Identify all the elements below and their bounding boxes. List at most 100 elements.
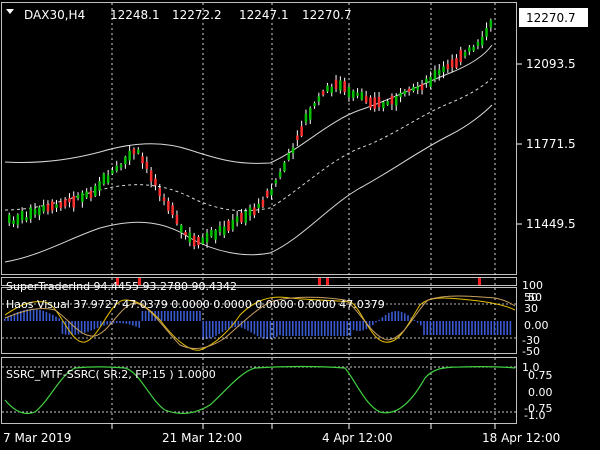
candle-body xyxy=(395,96,398,106)
haos-hist-bar xyxy=(464,321,467,335)
candle-body xyxy=(356,92,359,96)
haos-hist-bar xyxy=(311,321,313,336)
haos-hist-bar xyxy=(256,321,259,337)
candle-body xyxy=(450,59,454,68)
haos-hist-bar xyxy=(221,321,224,332)
haos-hist-bar xyxy=(471,321,473,335)
candle-body xyxy=(158,188,161,197)
chart-canvas: DAX30,H4 12248.1 12272.2 12247.1 12270.7… xyxy=(1,2,588,445)
candle-body xyxy=(463,51,467,57)
candle-body xyxy=(459,50,462,63)
price-tick-2: 11771.5 xyxy=(526,137,576,151)
candle-body xyxy=(38,207,41,216)
ssrc-axis-minus1: -1.0 xyxy=(524,409,545,422)
candle-body xyxy=(429,76,432,87)
haos-hist-bar xyxy=(61,321,64,334)
candle-body xyxy=(102,173,106,185)
candle-body xyxy=(141,156,144,164)
haos-hist-bar xyxy=(42,310,44,321)
haos-histogram xyxy=(4,309,512,339)
haos-hist-bar xyxy=(272,321,275,339)
haos-hist-bar xyxy=(58,318,60,321)
haos-hist-bar xyxy=(359,321,361,331)
haos-hist-bar xyxy=(138,321,140,328)
candle-body xyxy=(106,175,110,184)
haos-hist-bar xyxy=(378,319,380,321)
haos-hist-bar xyxy=(445,321,448,335)
haos-hist-bar xyxy=(77,321,80,335)
time-axis: 7 Mar 2019 21 Mar 12:00 4 Apr 12:00 18 A… xyxy=(3,424,560,445)
candle-body xyxy=(412,87,415,92)
haos-hist-bar xyxy=(266,321,268,339)
time-label-3: 4 Apr 12:00 xyxy=(322,431,393,445)
haos-hist-bar xyxy=(288,321,291,336)
candle-body xyxy=(334,79,338,89)
haos-hist-bar xyxy=(448,321,451,335)
haos-hist-bar xyxy=(442,321,444,335)
candle-body xyxy=(330,86,333,93)
candle-body xyxy=(425,78,428,83)
haos-hist-bar xyxy=(330,321,332,336)
candle-body xyxy=(218,225,222,233)
haos-hist-bar xyxy=(173,311,176,321)
envelope-upper-line xyxy=(4,44,493,164)
haos-hist-bar xyxy=(500,321,502,335)
haos-hist-bar xyxy=(295,321,297,336)
haos-hist-bar xyxy=(455,321,457,335)
candle-body xyxy=(29,207,32,220)
haos-hist-bar xyxy=(423,321,425,335)
candle-body xyxy=(420,84,424,90)
haos-hist-bar xyxy=(215,321,217,336)
haos-hist-bar xyxy=(496,321,499,335)
haos-hist-bar xyxy=(426,321,428,335)
haos-hist-bar xyxy=(64,321,67,335)
candle-body xyxy=(205,232,209,243)
candle-body xyxy=(244,211,247,223)
current-price-label: 12270.7 xyxy=(526,11,576,25)
candle-body xyxy=(132,148,136,155)
price-tick-1: 12093.5 xyxy=(526,57,576,71)
candle-body xyxy=(455,58,458,68)
candle-body xyxy=(12,220,15,225)
candle-body xyxy=(313,103,316,107)
haos-hist-bar xyxy=(144,311,147,321)
haos-hist-bar xyxy=(461,321,464,335)
haos-hist-bar xyxy=(356,321,358,331)
candle-body xyxy=(8,214,11,223)
haos-hist-bar xyxy=(484,321,486,335)
high-value: 12272.2 xyxy=(172,8,222,22)
time-label-4: 18 Apr 12:00 xyxy=(482,431,560,445)
open-value: 12248.1 xyxy=(110,8,160,22)
candle-body xyxy=(154,178,157,186)
candle-body xyxy=(149,170,153,182)
haos-hist-bar xyxy=(509,321,512,335)
haos-hist-bar xyxy=(458,321,460,335)
envelope-middle-line xyxy=(4,77,493,212)
haos-hist-bar xyxy=(413,320,416,321)
haos-hist-bar xyxy=(436,321,438,335)
candle-body xyxy=(51,201,54,211)
price-axis: 12270.7 12093.5 11771.5 11449.5 xyxy=(517,8,588,231)
haos-hist-bar xyxy=(314,321,316,336)
haos-hist-bar xyxy=(48,313,51,321)
haos-hist-bar xyxy=(503,321,505,335)
supertrader-label: SuperTraderInd 94.4455 93.2780 90.4342 xyxy=(6,280,237,293)
candle-body xyxy=(442,66,445,73)
haos-hist-bar xyxy=(285,321,288,336)
haos-hist-bar xyxy=(192,311,195,321)
haos-hist-bar xyxy=(164,311,166,321)
candle-body xyxy=(171,205,174,215)
haos-hist-bar xyxy=(212,321,214,338)
haos-hist-bar xyxy=(119,321,121,324)
haos-hist-bar xyxy=(180,311,182,321)
haos-hist-bar xyxy=(279,321,281,336)
haos-hist-bar xyxy=(4,318,6,321)
candle-body xyxy=(274,179,278,184)
candle-body xyxy=(283,162,286,172)
haos-hist-bar xyxy=(132,321,134,326)
candle-body xyxy=(321,90,325,95)
candle-body xyxy=(46,204,50,212)
collapse-triangle-icon[interactable] xyxy=(6,9,14,14)
candle-body xyxy=(16,214,20,225)
haos-hist-bar xyxy=(384,314,387,321)
